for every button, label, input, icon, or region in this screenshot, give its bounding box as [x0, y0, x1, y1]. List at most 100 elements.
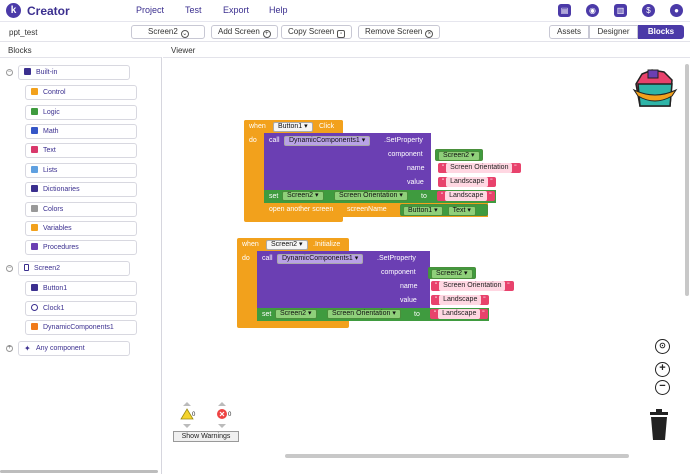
remove-screen-button[interactable]: Remove Screen ×: [358, 25, 441, 39]
palette-icon[interactable]: ◉: [586, 4, 599, 17]
value-text-value[interactable]: Landscape: [446, 177, 489, 187]
tree-item-text[interactable]: Text: [25, 143, 137, 158]
event2-component-dropdown[interactable]: Screen2 ▾: [266, 240, 308, 250]
call-component-label: DynamicComponents1: [289, 137, 360, 144]
component-socket[interactable]: Screen2 ▾: [435, 149, 483, 161]
sparkle-icon: ✦: [24, 344, 31, 353]
dictionary-icon: [31, 185, 38, 192]
remove-screen-label: Remove Screen: [365, 27, 423, 36]
call-label: call: [269, 137, 280, 144]
set2-property-dropdown[interactable]: Screen Orientation ▾: [327, 309, 401, 319]
value-text-value-2[interactable]: Landscape: [439, 295, 482, 305]
tree-item-colors[interactable]: Colors: [25, 202, 137, 217]
event-component-dropdown[interactable]: Button1 ▾: [273, 122, 313, 132]
math-icon: [31, 127, 38, 134]
set-component-dropdown[interactable]: Screen2 ▾: [282, 191, 324, 201]
error-up-arrow[interactable]: [218, 402, 226, 406]
error-down-arrow[interactable]: [218, 424, 226, 428]
text-block-value-2[interactable]: " Landscape ": [431, 295, 490, 305]
button-icon: [31, 284, 38, 291]
button-text-getter[interactable]: Button1 ▾ Text ▾: [400, 204, 488, 216]
menu-export[interactable]: Export: [223, 5, 249, 15]
warning-count: 0: [192, 412, 196, 418]
book-icon[interactable]: ▥: [614, 4, 627, 17]
menu-help[interactable]: Help: [269, 5, 288, 15]
text-property-chip[interactable]: Text ▾: [447, 206, 476, 216]
to-text-value-2[interactable]: Landscape: [438, 309, 481, 319]
text-block-name-2[interactable]: " Screen Orientation ": [431, 281, 514, 291]
close-icon: ×: [425, 30, 434, 38]
call2-component-dropdown[interactable]: DynamicComponents1 ▾: [277, 254, 364, 264]
collapse-screen-icon[interactable]: −: [6, 265, 13, 272]
event-name: Click: [319, 123, 335, 130]
phone-icon: [24, 264, 29, 271]
viewer-vertical-scrollbar[interactable]: [685, 64, 689, 296]
tab-designer[interactable]: Designer: [589, 25, 638, 39]
app-logo[interactable]: k: [6, 3, 21, 18]
set2-component-dropdown[interactable]: Screen2 ▾: [275, 309, 317, 319]
error-count: 0: [228, 412, 232, 418]
warning-down-arrow[interactable]: [183, 424, 191, 428]
screen-selector[interactable]: Screen2 ⌄: [131, 25, 205, 39]
tree-item-dictionaries[interactable]: Dictionaries: [25, 182, 137, 197]
left-scrollbar[interactable]: [0, 470, 158, 473]
tab-blocks[interactable]: Blocks: [638, 25, 684, 39]
tree-item-control[interactable]: Control: [25, 85, 137, 100]
recenter-icon[interactable]: ⊙: [655, 339, 670, 354]
set-property-dropdown[interactable]: Screen Orientation ▾: [334, 191, 408, 201]
tree-builtin[interactable]: Built-in: [18, 65, 130, 80]
tree-item-label: DynamicComponents1: [43, 324, 114, 331]
tree-item-clock1[interactable]: Clock1: [25, 301, 137, 316]
set-property-label: Screen Orientation: [339, 192, 398, 199]
text-property-label: Text: [452, 207, 466, 214]
text-block-to-2[interactable]: " Landscape ": [430, 309, 489, 319]
screenname-label: screenName: [347, 206, 387, 213]
tree-screen[interactable]: Screen2: [18, 261, 130, 276]
when-label: when: [249, 123, 266, 130]
zoom-in-icon[interactable]: +: [655, 362, 670, 377]
menu-test[interactable]: Test: [185, 5, 202, 15]
tree-item-math[interactable]: Math: [25, 124, 137, 139]
control-icon: [31, 88, 38, 95]
tree-item-dynamiccomponents1[interactable]: DynamicComponents1: [25, 320, 137, 335]
tree-builtin-label: Built-in: [36, 69, 58, 76]
text-block-name[interactable]: " Screen Orientation ": [438, 163, 521, 173]
to-text-value[interactable]: Landscape: [445, 191, 488, 201]
name-text-value[interactable]: Screen Orientation: [446, 163, 513, 173]
collapse-builtin-icon[interactable]: −: [6, 69, 13, 76]
copy-screen-label: Copy Screen: [288, 27, 335, 36]
tab-assets[interactable]: Assets: [549, 25, 589, 39]
top-bar: k Creator Project Test Export Help ▤ ◉ ▥…: [0, 0, 690, 22]
tree-any-component[interactable]: ✦ Any component: [18, 341, 130, 356]
tree-item-variables[interactable]: Variables: [25, 221, 137, 236]
copy-screen-button[interactable]: Copy Screen ▫: [281, 25, 353, 39]
screen-component-chip[interactable]: Screen2 ▾: [438, 151, 480, 161]
text-block-to[interactable]: " Landscape ": [437, 191, 496, 201]
tree-item-procedures[interactable]: Procedures: [25, 240, 137, 255]
screen-component-label: Screen2: [443, 152, 470, 159]
tree-item-label: Lists: [43, 167, 58, 174]
user-icon[interactable]: ●: [670, 4, 683, 17]
screen-component-chip-2[interactable]: Screen2 ▾: [431, 269, 473, 279]
trash-icon[interactable]: [648, 409, 670, 441]
zoom-out-icon[interactable]: −: [655, 380, 670, 395]
tree-item-label: Variables: [43, 225, 72, 232]
dollar-icon[interactable]: $: [642, 4, 655, 17]
tree-item-logic[interactable]: Logic: [25, 105, 137, 120]
expand-any-icon[interactable]: +: [6, 345, 13, 352]
backpack-icon[interactable]: [630, 66, 680, 114]
menu-project[interactable]: Project: [136, 5, 164, 15]
show-warnings-button[interactable]: Show Warnings: [173, 431, 239, 442]
warning-up-arrow[interactable]: [183, 402, 191, 406]
button1-chip[interactable]: Button1 ▾: [403, 206, 443, 216]
name-text-value-2[interactable]: Screen Orientation: [439, 281, 506, 291]
logic-icon: [31, 108, 38, 115]
tree-item-button1[interactable]: Button1: [25, 281, 137, 296]
add-screen-button[interactable]: Add Screen +: [211, 25, 278, 39]
tree-item-lists[interactable]: Lists: [25, 163, 137, 178]
viewer-horizontal-scrollbar[interactable]: [285, 454, 629, 458]
text-block-value[interactable]: " Landscape ": [438, 177, 497, 187]
component-socket-2[interactable]: Screen2 ▾: [428, 267, 476, 279]
folder-icon[interactable]: ▤: [558, 4, 571, 17]
call-component-dropdown[interactable]: DynamicComponents1 ▾: [284, 136, 371, 146]
